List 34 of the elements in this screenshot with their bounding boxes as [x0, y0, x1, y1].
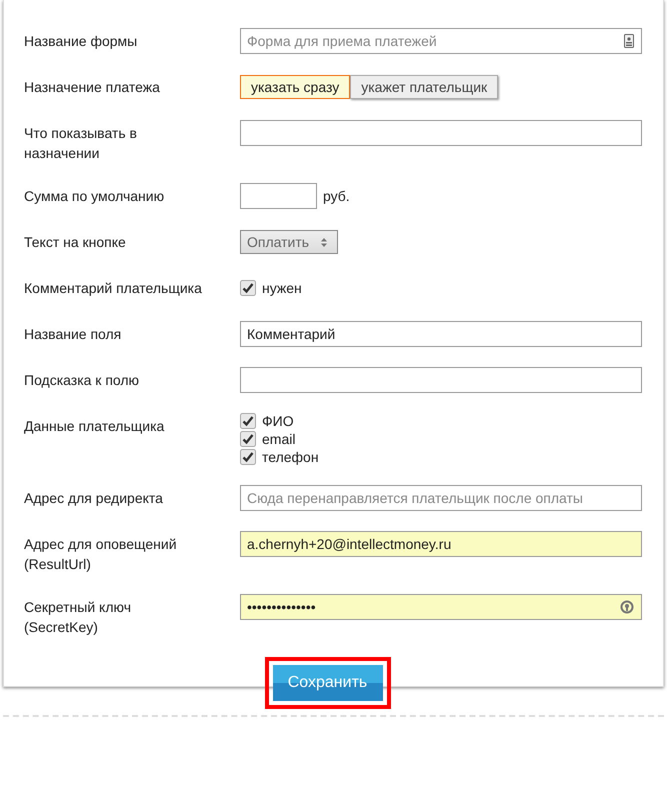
unit-label: руб.	[323, 188, 350, 204]
field-label: Название формы	[24, 32, 138, 51]
field-label: Адрес для оповещений (ResultUrl)	[24, 535, 178, 574]
sort-arrows-icon	[321, 238, 328, 246]
field-label: Назначение платежа	[24, 78, 161, 97]
input-field[interactable]: Сюда перенаправляется плательщик после оплаты	[240, 485, 642, 511]
checkbox-label: ФИО	[262, 413, 294, 429]
checkbox[interactable]	[240, 413, 256, 429]
field-label: Секретный ключ (SecretKey)	[24, 598, 132, 637]
checkbox[interactable]	[240, 431, 256, 447]
field-label: Что показывать в назначении	[24, 124, 138, 163]
toggle-option[interactable]: указать сразу	[240, 75, 350, 99]
input-field[interactable]	[240, 183, 317, 209]
toggle-option[interactable]: укажет плательщик	[350, 75, 498, 99]
contact-card-icon[interactable]	[624, 34, 634, 48]
field-label: Данные плательщика	[24, 417, 166, 436]
checkbox-label: телефон	[262, 449, 319, 465]
field-label: Комментарий плательщика	[24, 279, 203, 298]
input-field[interactable]	[240, 120, 642, 146]
checkbox[interactable]	[240, 449, 256, 465]
input-field[interactable]: Комментарий	[240, 321, 642, 347]
checkbox-label: email	[262, 431, 296, 447]
field-label: Текст на кнопке	[24, 233, 127, 252]
input-field[interactable]	[240, 367, 642, 393]
checkbox-label: нужен	[262, 280, 302, 296]
password-field[interactable]: ••••••••••••••	[240, 594, 642, 620]
field-label: Адрес для редиректа	[24, 489, 164, 508]
dropdown[interactable]: Оплатить	[240, 230, 338, 254]
input-field[interactable]: Форма для приема платежей	[240, 28, 642, 54]
checkbox[interactable]	[240, 280, 256, 296]
field-label: Подсказка к полю	[24, 371, 140, 390]
input-field[interactable]: a.chernyh+20@intellectmoney.ru	[240, 531, 642, 557]
field-label: Название поля	[24, 325, 122, 344]
field-label: Сумма по умолчанию	[24, 187, 166, 206]
